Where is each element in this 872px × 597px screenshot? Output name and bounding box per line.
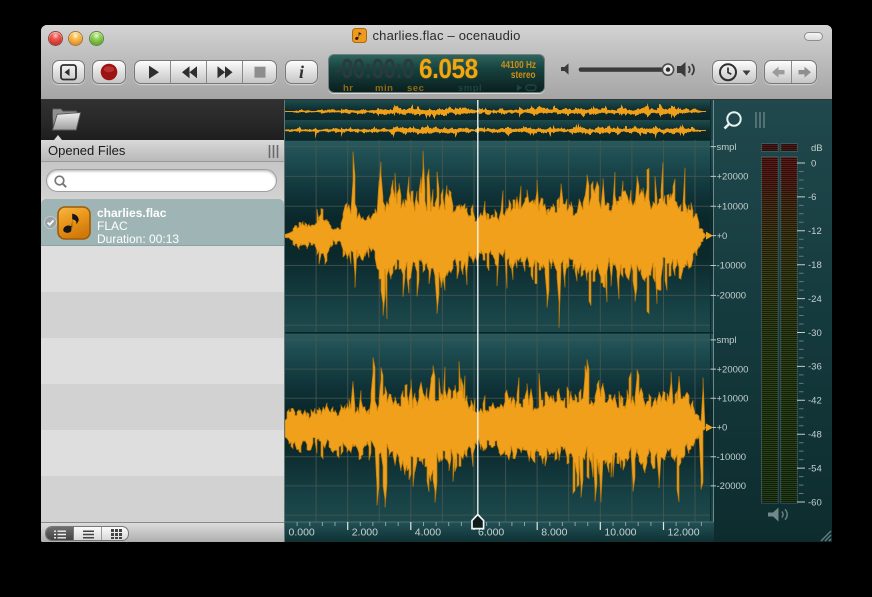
svg-text:0: 0 [811,158,816,169]
svg-text:-36: -36 [808,362,822,373]
svg-text:8.000: 8.000 [541,527,567,539]
svg-text:4.000: 4.000 [415,527,441,539]
svg-text:12.000: 12.000 [668,527,700,539]
svg-text:+20000: +20000 [717,364,749,375]
svg-text:-54: -54 [808,463,822,474]
svg-text:dB: dB [811,143,823,154]
svg-text:2.000: 2.000 [352,527,378,539]
svg-text:-48: -48 [808,430,822,441]
svg-text:smpl: smpl [717,335,737,346]
svg-text:-20000: -20000 [717,291,747,302]
svg-text:-18: -18 [808,260,822,271]
svg-text:+0: +0 [717,231,728,242]
svg-text:-10000: -10000 [717,261,747,272]
svg-text:-6: -6 [808,192,816,203]
svg-text:-12: -12 [808,226,822,237]
svg-text:+0: +0 [717,423,728,434]
svg-text:-42: -42 [808,396,822,407]
svg-text:+10000: +10000 [717,202,749,213]
svg-text:10.000: 10.000 [604,527,636,539]
svg-text:-60: -60 [808,497,822,508]
svg-text:smpl: smpl [717,142,737,153]
svg-text:-30: -30 [808,328,822,339]
svg-text:0.000: 0.000 [289,527,315,539]
svg-text:-20000: -20000 [717,481,747,492]
svg-text:-10000: -10000 [717,452,747,463]
svg-text:+10000: +10000 [717,394,749,405]
svg-text:+20000: +20000 [717,172,749,183]
svg-text:-24: -24 [808,294,822,305]
